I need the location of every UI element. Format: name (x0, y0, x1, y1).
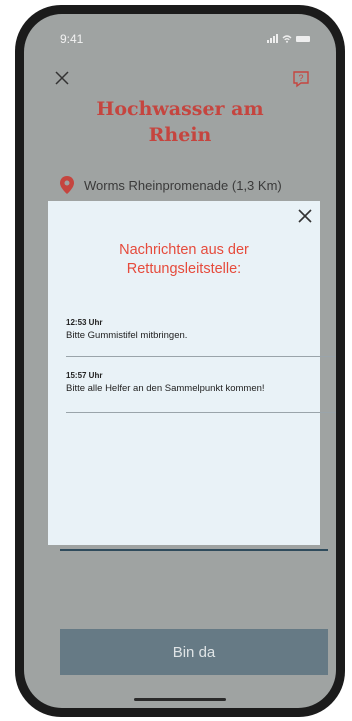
page-title-line2: Rhein (148, 124, 212, 146)
page-title-line1: Hochwasser am (96, 98, 264, 120)
phone-frame: 9:41 ? Hochwasser am Rhein Worms Rheinpr… (15, 5, 345, 717)
modal-title: Nachrichten aus der Rettungsleitstelle: (68, 241, 300, 279)
wifi-icon (282, 34, 292, 43)
modal-title-line1: Nachrichten aus der (119, 242, 249, 258)
message-divider (66, 356, 336, 357)
message-text: Bitte alle Helfer an den Sammelpunkt kom… (66, 383, 265, 394)
status-icons (267, 34, 310, 43)
location-text: Worms Rheinpromenade (1,3 Km) (84, 177, 282, 193)
signal-icon (267, 34, 278, 43)
message-divider (66, 412, 336, 413)
svg-text:?: ? (298, 73, 303, 83)
close-icon[interactable] (54, 70, 70, 86)
underline-divider (60, 549, 328, 551)
message-time: 12:53 Uhr (66, 318, 103, 327)
bin-da-button[interactable]: Bin da (60, 629, 328, 675)
message-text: Bitte Gummistifel mitbringen. (66, 330, 188, 341)
message-item: 15:57 Uhr Bitte alle Helfer an den Samme… (66, 371, 334, 394)
battery-icon (296, 35, 310, 42)
messages-modal: Nachrichten aus der Rettungsleitstelle: … (48, 201, 336, 545)
modal-close-icon[interactable] (296, 207, 314, 225)
location-row: Worms Rheinpromenade (1,3 Km) (60, 176, 282, 194)
app-screen: 9:41 ? Hochwasser am Rhein Worms Rheinpr… (24, 14, 336, 708)
modal-title-line2: Rettungsleitstelle: (126, 261, 242, 277)
help-icon[interactable]: ? (292, 70, 310, 88)
status-time: 9:41 (60, 32, 84, 46)
home-indicator[interactable] (134, 698, 226, 701)
message-item: 12:53 Uhr Bitte Gummistifel mitbringen. (66, 318, 334, 341)
location-pin-icon (60, 176, 74, 194)
message-time: 15:57 Uhr (66, 371, 103, 380)
page-title: Hochwasser am Rhein (24, 96, 336, 148)
